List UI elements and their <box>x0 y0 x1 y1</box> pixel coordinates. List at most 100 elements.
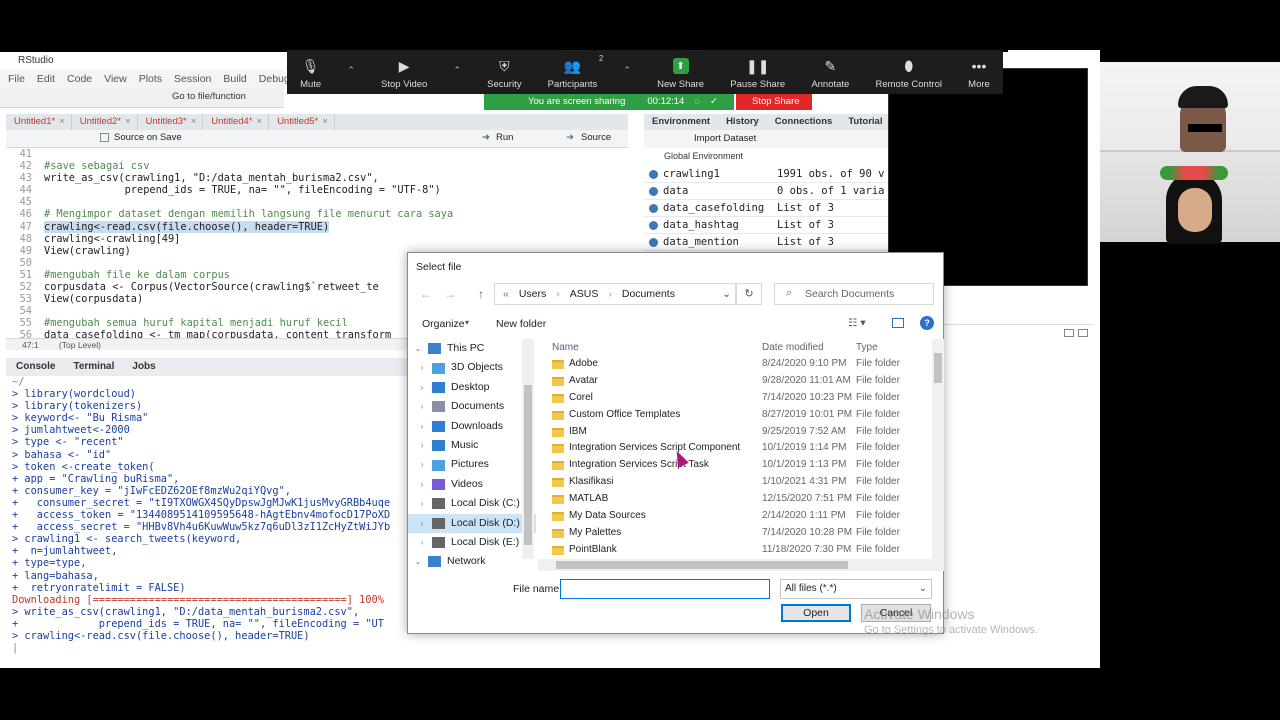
mute-button[interactable]: 🎙 Mute <box>300 58 321 91</box>
view-options-icon[interactable]: ☷ ▾ <box>848 317 866 329</box>
file-list-scroll-thumb[interactable] <box>934 353 942 383</box>
file-row[interactable]: IBM 9/25/2019 7:52 AM File folder <box>548 424 936 441</box>
chevron-right-icon[interactable]: › <box>412 455 432 474</box>
help-icon[interactable]: ? <box>920 316 934 330</box>
file-row[interactable]: MATLAB 12/15/2020 7:51 PM File folder <box>548 491 936 508</box>
address-bar[interactable]: « Users › ASUS › Documents ⌄ <box>494 283 736 305</box>
file-name-input[interactable] <box>560 579 770 599</box>
pause-share-button[interactable]: ❚❚ Pause Share <box>730 58 785 91</box>
environment-row[interactable]: data_casefolding List of 3 <box>644 200 888 217</box>
editor-tab[interactable]: Untitled3* × <box>138 114 204 130</box>
environment-row[interactable]: data_mention List of 3 <box>644 234 888 251</box>
chevron-right-icon[interactable]: › <box>412 417 432 436</box>
tab-terminal[interactable]: Terminal <box>73 358 114 376</box>
chevron-up-icon[interactable]: ⌃ <box>623 65 631 76</box>
menu-item-code[interactable]: Code <box>67 70 92 88</box>
file-list-hscroll-thumb[interactable] <box>556 561 848 569</box>
environment-row[interactable]: data_hashtag List of 3 <box>644 217 888 234</box>
breadcrumb-users[interactable]: Users <box>519 288 546 300</box>
menu-item-view[interactable]: View <box>104 70 127 88</box>
expand-icon[interactable] <box>649 238 658 247</box>
file-row[interactable]: PointBlank 11/18/2020 7:30 PM File folder <box>548 542 936 559</box>
file-row[interactable]: My Palettes 7/14/2020 10:28 PM File folder <box>548 525 936 542</box>
close-icon[interactable]: × <box>191 114 197 130</box>
import-dataset-button[interactable]: Import Dataset <box>694 133 756 144</box>
nav-item-desktop[interactable]: › Desktop <box>408 378 536 397</box>
close-icon[interactable]: × <box>322 114 328 130</box>
chevron-down-icon[interactable]: ⌄ <box>408 552 428 571</box>
refresh-icon[interactable]: ↻ <box>736 283 762 305</box>
file-row[interactable]: My Data Sources 2/14/2020 1:11 PM File fol… <box>548 508 936 525</box>
environment-row[interactable]: crawling1 1991 obs. of 90 v <box>644 166 888 183</box>
chevron-right-icon[interactable]: › <box>412 514 432 533</box>
file-row[interactable]: Custom Office Templates 8/27/2019 10:01 P… <box>548 407 936 424</box>
editor-tab[interactable]: Untitled1* × <box>6 114 72 130</box>
search-input[interactable]: Search Documents <box>774 283 934 305</box>
chevron-right-icon[interactable]: › <box>412 494 432 513</box>
forward-arrow-icon[interactable]: → <box>444 287 456 301</box>
expand-icon[interactable] <box>649 221 658 230</box>
expand-icon[interactable] <box>649 187 658 196</box>
annotate-button[interactable]: ✎ Annotate <box>811 58 849 91</box>
nav-item-videos[interactable]: › Videos <box>408 475 536 494</box>
menu-item-plots[interactable]: Plots <box>139 70 162 88</box>
breadcrumb-asus[interactable]: ASUS <box>570 288 599 300</box>
chevron-right-icon[interactable]: › <box>412 397 432 416</box>
maximize-pane-icon[interactable] <box>1078 329 1088 337</box>
chevron-right-icon[interactable]: › <box>412 378 432 397</box>
column-type[interactable]: Type <box>856 339 936 356</box>
back-arrow-icon[interactable]: ← <box>420 287 432 301</box>
menu-item-session[interactable]: Session <box>174 70 211 88</box>
stop-share-button[interactable]: Stop Share <box>736 94 812 110</box>
file-type-select[interactable]: All files (*.*) ⌄ <box>780 579 932 599</box>
run-button[interactable]: Run <box>496 132 513 143</box>
environment-row[interactable]: data 0 obs. of 1 varia <box>644 183 888 200</box>
new-folder-button[interactable]: New folder <box>496 318 546 330</box>
editor-tab[interactable]: Untitled4* × <box>203 114 270 130</box>
close-icon[interactable]: × <box>257 114 263 130</box>
breadcrumb-documents[interactable]: Documents <box>622 288 675 300</box>
chevron-up-icon[interactable]: ⌃ <box>453 65 461 76</box>
new-share-button[interactable]: ⬆ New Share <box>657 58 704 90</box>
nav-item-documents[interactable]: › Documents <box>408 397 536 416</box>
nav-scroll-thumb[interactable] <box>524 385 532 545</box>
more-button[interactable]: ••• More <box>968 58 990 90</box>
nav-item-local-disk-c[interactable]: › Local Disk (C:) <box>408 494 536 513</box>
nav-item-pictures[interactable]: › Pictures <box>408 455 536 474</box>
nav-item-network[interactable]: ⌄ Network <box>408 552 536 571</box>
nav-item-this-pc[interactable]: ⌄ This PC <box>408 339 536 358</box>
tab-history[interactable]: History <box>726 114 759 130</box>
chevron-down-icon[interactable]: ⌄ <box>408 339 428 358</box>
up-arrow-icon[interactable]: ↑ <box>478 287 484 301</box>
file-row[interactable]: Avatar 9/28/2020 11:01 AM File folder <box>548 373 936 390</box>
chevron-right-icon[interactable]: › <box>412 358 432 377</box>
chevron-right-icon[interactable]: › <box>412 533 432 552</box>
remote-control-button[interactable]: ⬮ Remote Control <box>876 58 943 91</box>
column-name[interactable]: Name <box>548 339 762 356</box>
chevron-up-icon[interactable]: ⌃ <box>347 65 355 76</box>
file-row[interactable]: Klasifikasi 1/10/2021 4:31 PM File folder <box>548 474 936 491</box>
chevron-right-icon[interactable]: › <box>412 475 432 494</box>
nav-item-local-disk-e[interactable]: › Local Disk (E:) <box>408 533 536 552</box>
nav-item-local-disk-d[interactable]: › Local Disk (D:) <box>408 513 536 533</box>
tab-jobs[interactable]: Jobs <box>132 358 155 376</box>
menu-item-build[interactable]: Build <box>223 70 246 88</box>
editor-tab[interactable]: Untitled5* × <box>269 114 335 130</box>
open-button[interactable]: Open <box>781 604 851 622</box>
participants-button[interactable]: 👥 2 Participants <box>548 54 604 90</box>
chevron-right-icon[interactable]: › <box>412 436 432 455</box>
tab-tutorial[interactable]: Tutorial <box>848 114 882 130</box>
nav-item-3d-objects[interactable]: › 3D Objects <box>408 358 536 377</box>
minimize-pane-icon[interactable] <box>1064 329 1074 337</box>
file-row[interactable]: Integration Services Script Task 10/1/201… <box>548 457 936 474</box>
tab-connections[interactable]: Connections <box>775 114 833 130</box>
file-row[interactable]: Adobe 8/24/2020 9:10 PM File folder <box>548 356 936 373</box>
global-environment-select[interactable]: Global Environment <box>644 148 888 164</box>
chevron-down-icon[interactable]: ⌄ <box>722 288 731 300</box>
source-button[interactable]: Source <box>581 132 611 143</box>
menu-item-file[interactable]: File <box>8 70 25 88</box>
nav-item-downloads[interactable]: › Downloads <box>408 417 536 436</box>
close-icon[interactable]: × <box>59 114 65 130</box>
menu-item-debug[interactable]: Debug <box>259 70 290 88</box>
source-on-save-checkbox[interactable] <box>100 133 109 142</box>
